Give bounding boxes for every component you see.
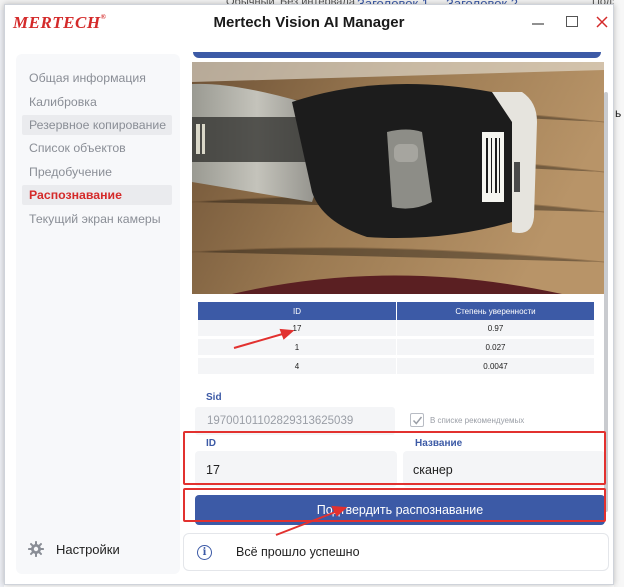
checkmark-icon (412, 416, 423, 425)
cell-id: 17 (198, 320, 397, 339)
recommended-checkbox[interactable] (410, 413, 424, 427)
cell-confidence: 0.027 (397, 339, 595, 358)
sidebar-item-backup[interactable]: Резервное копирование (22, 115, 172, 135)
minimize-button[interactable] (523, 9, 553, 35)
sidebar-item-general-info[interactable]: Общая информация (22, 68, 172, 88)
sidebar-item-calibration[interactable]: Калибровка (22, 92, 172, 112)
sid-label: Sid (206, 392, 222, 403)
maximize-icon (566, 16, 578, 28)
bg-doc-char: ь (615, 106, 622, 120)
recognition-results-table: ID Степень уверенности 17 0.97 1 0.027 4… (198, 302, 595, 377)
recommended-label: В списке рекомендуемых (430, 416, 525, 425)
settings-label: Настройки (56, 542, 120, 557)
table-row[interactable]: 1 0.027 (198, 339, 595, 358)
annotation-highlight-button (183, 488, 606, 522)
cell-confidence: 0.97 (397, 320, 595, 339)
sidebar: Общая информация Калибровка Резервное ко… (16, 54, 180, 574)
sidebar-item-camera-screen[interactable]: Текущий экран камеры (22, 209, 172, 229)
gear-icon (28, 541, 44, 557)
cell-id: 1 (198, 339, 397, 358)
annotation-highlight-fields (183, 431, 606, 485)
window-title: Mertech Vision AI Manager (213, 14, 405, 31)
status-message: Всё прошло успешно (236, 545, 360, 559)
minimize-icon (532, 23, 544, 25)
info-icon: i (197, 545, 212, 560)
maximize-button[interactable] (557, 9, 587, 35)
status-bar: i Всё прошло успешно (183, 533, 609, 571)
title-bar: MERTECH® Mertech Vision AI Manager (5, 5, 613, 43)
column-header-id: ID (198, 302, 397, 320)
sidebar-item-recognition[interactable]: Распознавание (22, 185, 172, 205)
background-document-edge: ь (614, 0, 624, 587)
close-button[interactable] (587, 9, 617, 35)
column-header-confidence: Степень уверенности (397, 302, 595, 320)
table-row[interactable]: 17 0.97 (198, 320, 595, 339)
cell-confidence: 0.0047 (397, 358, 595, 377)
cell-id: 4 (198, 358, 397, 377)
sidebar-item-pretraining[interactable]: Предобучение (22, 162, 172, 182)
panel-top-edge (193, 52, 601, 58)
camera-frame-image (192, 62, 604, 294)
sidebar-item-object-list[interactable]: Список объектов (22, 138, 172, 158)
table-row[interactable]: 4 0.0047 (198, 358, 595, 377)
close-icon (596, 16, 608, 28)
